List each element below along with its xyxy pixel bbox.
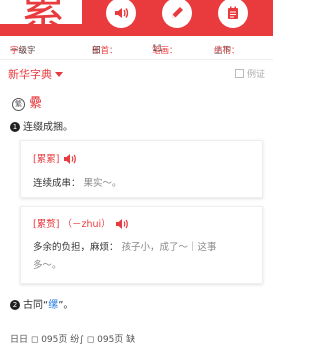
reference-row: 日日 ◻ 095页 纷∫ ◻ 095页 缺: [10, 335, 136, 345]
word-card-definition-cont: 多～。: [33, 257, 62, 271]
word-card-1: [累累] 连续成串： 果实～。: [20, 140, 263, 198]
dictionary-title: 新华字典: [8, 68, 52, 81]
character-info-row: 字级： 一级字 部首：田 笔画： 11 结构： 上下: [0, 40, 273, 56]
notebook-icon: [228, 6, 238, 19]
speaker-icon[interactable]: [115, 218, 129, 230]
example-button[interactable]: 例证: [234, 67, 265, 80]
linked-character[interactable]: 缧: [48, 300, 58, 311]
jiegou-value: 上下: [214, 46, 232, 56]
word-pronunciation: （－zhui）: [62, 219, 111, 230]
speaker-icon: [115, 8, 129, 18]
header-character: 累: [20, 0, 66, 24]
example-text: 果实～。: [83, 178, 122, 189]
notebook-button[interactable]: [218, 0, 248, 28]
definition-text: 连缀成捆。: [23, 122, 73, 133]
character-box: 累: [0, 0, 82, 24]
zixing-value: 一级字: [10, 46, 36, 56]
word-term: [累赘]: [33, 219, 60, 230]
header-bar: 累: [0, 0, 273, 36]
word-card-definition: 连续成串： 果实～。: [33, 175, 122, 189]
word-card-term: [累累]: [33, 151, 77, 165]
entry-heading: 繁纍: [12, 92, 42, 111]
bushou-value: 田: [92, 46, 101, 56]
definition-prefix: 古同“: [23, 300, 49, 311]
word-card-term: [累赘] （－zhui）: [33, 216, 129, 230]
definition-2: 2 古同“缧”。: [10, 296, 73, 311]
pencil-icon: [172, 7, 183, 18]
example-text: 孩子小，成了～｜这事: [121, 242, 217, 253]
word-card-2: [累赘] （－zhui） 多余的负担，麻烦： 孩子小，成了～｜这事 多～。: [20, 206, 263, 284]
example-label: 例证: [246, 70, 265, 80]
definition-1: 1 连缀成捆。: [10, 118, 73, 133]
caret-down-icon: [55, 72, 63, 77]
definition-label: 连续成串：: [33, 178, 81, 189]
pos-marker: 繁: [12, 98, 25, 111]
write-button[interactable]: [162, 0, 192, 28]
example-text-cont: 多～。: [33, 260, 62, 271]
word-term: [累累]: [33, 154, 60, 165]
definition-label: 多余的负担，麻烦：: [33, 242, 119, 253]
entry-character: 纍: [29, 96, 43, 111]
pronounce-button[interactable]: [106, 0, 136, 28]
word-card-definition: 多余的负担，麻烦： 孩子小，成了～｜这事: [33, 239, 217, 253]
example-icon: [234, 69, 244, 78]
divider: [0, 59, 273, 60]
definition-number: 2: [10, 300, 20, 310]
definition-number: 1: [10, 122, 20, 132]
speaker-icon[interactable]: [63, 153, 77, 165]
definition-suffix: ”。: [58, 300, 74, 311]
dictionary-selector[interactable]: 新华字典: [8, 66, 63, 82]
bihua-value: 11: [152, 44, 163, 54]
